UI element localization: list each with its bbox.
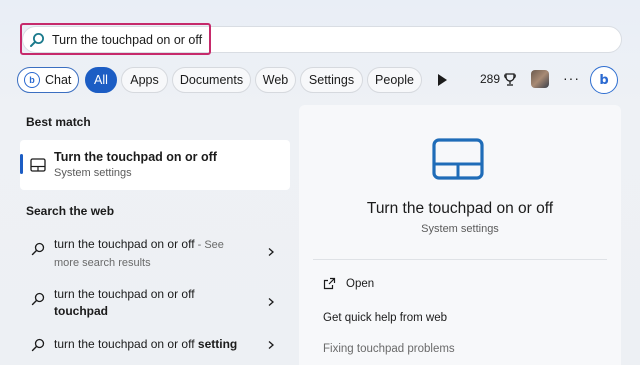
bing-chat-icon: b bbox=[24, 72, 40, 88]
web-result-1-query: turn the touchpad on or off bbox=[54, 237, 195, 251]
web-result-1-text: turn the touchpad on or off - See more s… bbox=[54, 236, 254, 272]
web-search-icon bbox=[31, 292, 45, 306]
details-panel: Turn the touchpad on or off System setti… bbox=[299, 105, 621, 365]
tab-documents[interactable]: Documents bbox=[172, 67, 251, 93]
details-title: Turn the touchpad on or off bbox=[366, 200, 554, 217]
rewards-points-value: 289 bbox=[480, 72, 501, 86]
touchpad-icon bbox=[432, 138, 484, 180]
tab-settings[interactable]: Settings bbox=[300, 67, 363, 93]
tab-settings-label: Settings bbox=[308, 73, 355, 87]
open-action[interactable]: Open bbox=[323, 277, 374, 290]
open-external-icon bbox=[323, 277, 336, 290]
chevron-right-icon bbox=[268, 341, 274, 349]
tab-web-label: Web bbox=[262, 73, 289, 87]
search-web-heading: Search the web bbox=[26, 204, 115, 218]
web-result-3[interactable]: turn the touchpad on or off setting bbox=[20, 334, 290, 358]
chat-button[interactable]: b Chat bbox=[17, 67, 79, 93]
web-result-2[interactable]: turn the touchpad on or off touchpad bbox=[20, 284, 290, 324]
web-search-icon bbox=[31, 242, 45, 256]
web-result-3-query: turn the touchpad on or off bbox=[54, 337, 198, 351]
bing-button[interactable]: b bbox=[590, 66, 618, 94]
avatar[interactable] bbox=[531, 70, 549, 88]
best-match-heading: Best match bbox=[26, 115, 91, 129]
touchpad-icon bbox=[30, 158, 46, 172]
web-result-2-bold: touchpad bbox=[54, 304, 108, 318]
chevron-right-icon bbox=[268, 248, 274, 256]
web-result-3-text: turn the touchpad on or off setting bbox=[54, 336, 264, 353]
chat-label: Chat bbox=[45, 73, 72, 87]
web-result-1-suffix: - See bbox=[194, 239, 224, 251]
selection-indicator bbox=[20, 154, 23, 174]
more-options-button[interactable]: ··· bbox=[563, 70, 580, 86]
tab-web[interactable]: Web bbox=[255, 67, 296, 93]
fixing-touchpad-link[interactable]: Fixing touchpad problems bbox=[323, 343, 455, 355]
web-result-1-line2: more search results bbox=[54, 257, 151, 269]
tab-apps-label: Apps bbox=[130, 73, 159, 87]
chevron-right-icon bbox=[268, 298, 274, 306]
open-label: Open bbox=[346, 277, 375, 290]
search-icon bbox=[30, 33, 44, 47]
web-result-2-text: turn the touchpad on or off touchpad bbox=[54, 286, 254, 320]
search-input[interactable] bbox=[52, 30, 412, 50]
best-match-result[interactable]: Turn the touchpad on or off System setti… bbox=[20, 140, 290, 190]
web-result-1[interactable]: turn the touchpad on or off - See more s… bbox=[20, 234, 290, 274]
divider bbox=[313, 259, 607, 260]
rewards-trophy-icon bbox=[504, 72, 516, 86]
play-icon[interactable] bbox=[433, 71, 451, 89]
best-match-title: Turn the touchpad on or off bbox=[54, 150, 217, 164]
web-result-3-bold: setting bbox=[197, 337, 238, 351]
details-subtitle: System settings bbox=[421, 223, 499, 235]
web-search-icon bbox=[31, 338, 45, 352]
tab-all[interactable]: All bbox=[85, 67, 117, 93]
best-match-subtitle: System settings bbox=[54, 167, 132, 179]
quick-help-heading: Get quick help from web bbox=[323, 312, 448, 324]
web-result-2-query: turn the touchpad on or off bbox=[54, 287, 195, 301]
tab-apps[interactable]: Apps bbox=[121, 67, 168, 93]
bing-icon: b bbox=[599, 72, 609, 88]
tab-all-label: All bbox=[94, 73, 108, 87]
tab-documents-label: Documents bbox=[179, 73, 244, 87]
tab-people-label: People bbox=[375, 73, 414, 87]
rewards-points[interactable]: 289 bbox=[480, 72, 516, 86]
tab-people[interactable]: People bbox=[367, 67, 422, 93]
